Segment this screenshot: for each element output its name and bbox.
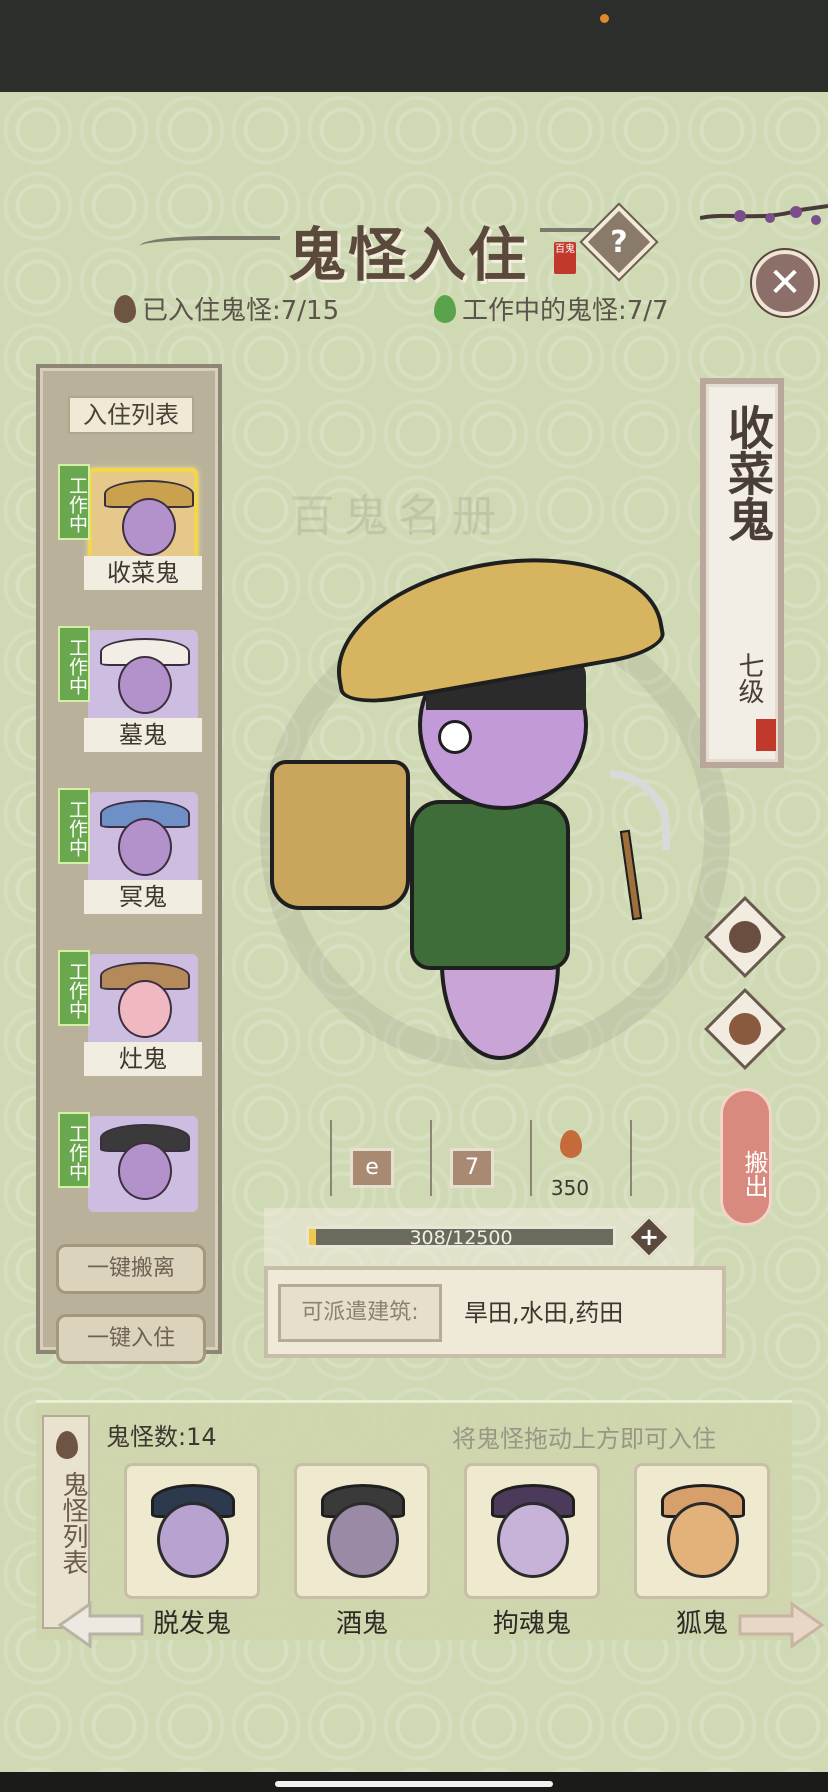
ghost-name: 收菜鬼 (721, 404, 775, 542)
ghost-card-name: 拘魂鬼 (492, 1609, 571, 1639)
ghost-card[interactable] (634, 1463, 770, 1599)
title-seal: 百鬼 (554, 242, 576, 274)
resident-count-text: 已入住鬼怪:7/15 (142, 296, 340, 326)
dispatch-row: 可派遣建筑: 旱田,水田,药田 (264, 1266, 726, 1358)
working-tag: 工作中 (58, 950, 90, 1026)
ghost-list-tab: 鬼怪列表 (42, 1415, 90, 1629)
attribute-slot: 350 (530, 1120, 610, 1200)
remove-all-button[interactable]: 一键搬离 (56, 1244, 206, 1294)
flower-icon (438, 720, 472, 754)
rank-badge: 7 (450, 1148, 494, 1188)
working-tag: 工作中 (58, 788, 90, 864)
ghost-portrait (88, 954, 198, 1050)
resident-name: 冥鬼 (84, 880, 202, 914)
title-banner: 鬼怪入住 百鬼 (140, 200, 650, 289)
ghost-flame-icon (434, 294, 456, 323)
ghost-face (157, 1502, 229, 1578)
resident-item[interactable]: 工作中 墓鬼 (58, 626, 208, 752)
resident-list-panel: 入住列表 工作中 收菜鬼 工作中 墓鬼 工作中 冥鬼 工作中 灶鬼 工作中 一键… (36, 364, 222, 1364)
back-basket (270, 760, 410, 910)
background-calligraphy: 百鬼名册 (290, 491, 506, 542)
resident-count: 已入住鬼怪:7/15 (114, 290, 339, 327)
ghost-portrait (88, 630, 198, 726)
move-in-all-button[interactable]: 一键入住 (56, 1314, 206, 1364)
ghost-flame-icon (56, 1431, 78, 1459)
resident-item[interactable]: 工作中 收菜鬼 (58, 464, 208, 590)
ghost-card[interactable] (294, 1463, 430, 1599)
experience-text: 308/12500 (409, 1227, 513, 1249)
resident-name: 收菜鬼 (84, 556, 202, 590)
home-indicator[interactable] (275, 1781, 553, 1787)
question-diamond-icon: ? (610, 224, 628, 260)
resident-name: 灶鬼 (84, 1042, 202, 1076)
ghost-count: 鬼怪数:14 (106, 1423, 217, 1451)
divider (630, 1120, 632, 1196)
ghost-face (497, 1502, 569, 1578)
ghost-name-card: 收菜鬼 七级 (700, 378, 784, 768)
ghost-list-panel: 鬼怪列表 鬼怪数:14 将鬼怪拖动上方即可入住 脱发鬼 酒鬼 拘魂鬼 狐鬼 (36, 1400, 792, 1640)
working-tag: 工作中 (58, 1112, 90, 1188)
flame-value: 350 (550, 1176, 590, 1200)
ghost-portrait (88, 1116, 198, 1212)
ghost-card[interactable] (464, 1463, 600, 1599)
resident-list-title: 入住列表 (68, 396, 194, 434)
cloud-swirl-left (140, 236, 280, 256)
dispatch-label: 可派遣建筑: (278, 1284, 442, 1342)
ghost-card[interactable] (124, 1463, 260, 1599)
ghost-showcase: 百鬼名册 (230, 470, 750, 1110)
resident-item[interactable]: 工作中 (58, 1112, 208, 1212)
working-tag: 工作中 (58, 464, 90, 540)
arrow-right-icon[interactable] (736, 1600, 826, 1650)
gourd-icon (729, 1013, 761, 1045)
page-title: 鬼怪入住 (288, 221, 529, 289)
ghost-level: 七级 (734, 652, 764, 704)
ghost-flame-icon (114, 294, 136, 323)
ghost-card-name: 酒鬼 (335, 1609, 388, 1639)
name-card-seal (756, 719, 776, 751)
ghost-list-label: 鬼怪列表 (58, 1471, 88, 1575)
ghost-face (118, 1142, 172, 1200)
attribute-slot: e (330, 1120, 410, 1196)
add-experience-button[interactable]: + (627, 1215, 671, 1259)
arrow-left-icon[interactable] (56, 1600, 146, 1650)
ghost-face (118, 656, 172, 714)
plus-icon: + (638, 1223, 660, 1251)
resident-item[interactable]: 工作中 灶鬼 (58, 950, 208, 1076)
element-icon: e (350, 1148, 394, 1188)
plum-branch-icon (700, 204, 828, 225)
experience-row: 308/12500 + (264, 1208, 694, 1266)
working-tag: 工作中 (58, 626, 90, 702)
ghost-face (118, 980, 172, 1038)
resident-item[interactable]: 工作中 冥鬼 (58, 788, 208, 914)
resident-name: 墓鬼 (84, 718, 202, 752)
status-dot (600, 14, 609, 23)
working-count-text: 工作中的鬼怪:7/7 (462, 296, 669, 326)
ghost-portrait (88, 468, 198, 564)
experience-bar: 308/12500 (306, 1226, 616, 1248)
close-icon: ✕ (768, 260, 802, 306)
close-button[interactable]: ✕ (752, 250, 818, 316)
ghost-face (667, 1502, 739, 1578)
ghost-face (327, 1502, 399, 1578)
working-count: 工作中的鬼怪:7/7 (434, 290, 669, 327)
ghost-attribute-slots: e 7 350 (330, 1120, 700, 1200)
swirl-icon (729, 921, 761, 953)
ghost-flame-icon (560, 1130, 582, 1158)
ghost-face (122, 498, 176, 556)
ghost-face (118, 818, 172, 876)
attribute-slot: 7 (430, 1120, 510, 1196)
ghost-portrait (88, 792, 198, 888)
drag-hint: 将鬼怪拖动上方即可入住 (452, 1425, 716, 1453)
ghost-body (410, 800, 570, 970)
move-out-button[interactable]: 搬出 (720, 1088, 772, 1226)
dispatch-buildings: 旱田,水田,药田 (464, 1299, 624, 1327)
status-bar (0, 0, 828, 92)
